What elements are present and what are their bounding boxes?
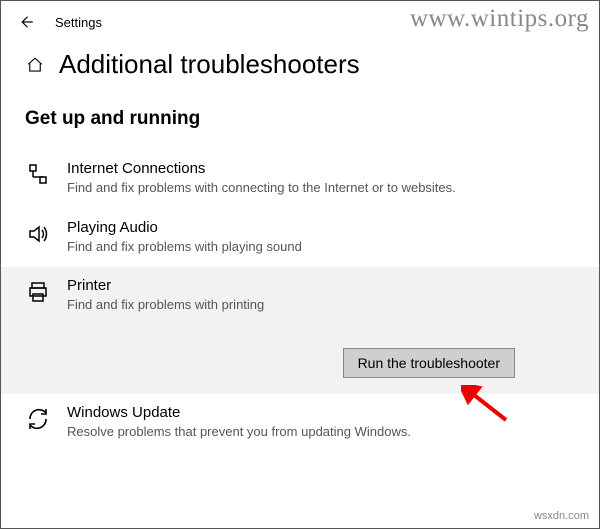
run-troubleshooter-button[interactable]: Run the troubleshooter	[343, 348, 515, 378]
speaker-icon	[25, 221, 51, 247]
troubleshooter-body: Windows Update Resolve problems that pre…	[67, 404, 575, 441]
back-arrow-icon[interactable]	[17, 13, 35, 31]
troubleshooter-windowsupdate[interactable]: Windows Update Resolve problems that pre…	[1, 394, 599, 453]
printer-icon	[25, 279, 51, 305]
troubleshooter-body: Internet Connections Find and fix proble…	[67, 160, 575, 197]
troubleshooter-title: Printer	[67, 277, 575, 294]
run-button-row: Run the troubleshooter	[25, 348, 575, 378]
troubleshooter-body: Printer Find and fix problems with print…	[67, 277, 575, 314]
troubleshooter-internet[interactable]: Internet Connections Find and fix proble…	[1, 150, 599, 209]
troubleshooter-desc: Find and fix problems with playing sound	[67, 238, 487, 256]
troubleshooter-title: Playing Audio	[67, 219, 575, 236]
watermark-text: www.wintips.org	[410, 5, 589, 33]
refresh-icon	[25, 406, 51, 432]
troubleshooter-title: Windows Update	[67, 404, 575, 421]
page-header: Additional troubleshooters	[1, 35, 599, 98]
troubleshooter-title: Internet Connections	[67, 160, 575, 177]
home-icon[interactable]	[25, 55, 45, 75]
troubleshooter-desc: Find and fix problems with connecting to…	[67, 179, 487, 197]
troubleshooter-body: Playing Audio Find and fix problems with…	[67, 219, 575, 256]
troubleshooter-desc: Find and fix problems with printing	[67, 296, 487, 314]
page-title: Additional troubleshooters	[59, 49, 360, 80]
app-title: Settings	[55, 15, 102, 30]
troubleshooter-desc: Resolve problems that prevent you from u…	[67, 423, 487, 441]
troubleshooter-printer[interactable]: Printer Find and fix problems with print…	[1, 267, 599, 394]
footer-credit: wsxdn.com	[534, 510, 589, 522]
section-heading: Get up and running	[1, 98, 599, 150]
troubleshooter-audio[interactable]: Playing Audio Find and fix problems with…	[1, 209, 599, 268]
network-icon	[25, 162, 51, 188]
